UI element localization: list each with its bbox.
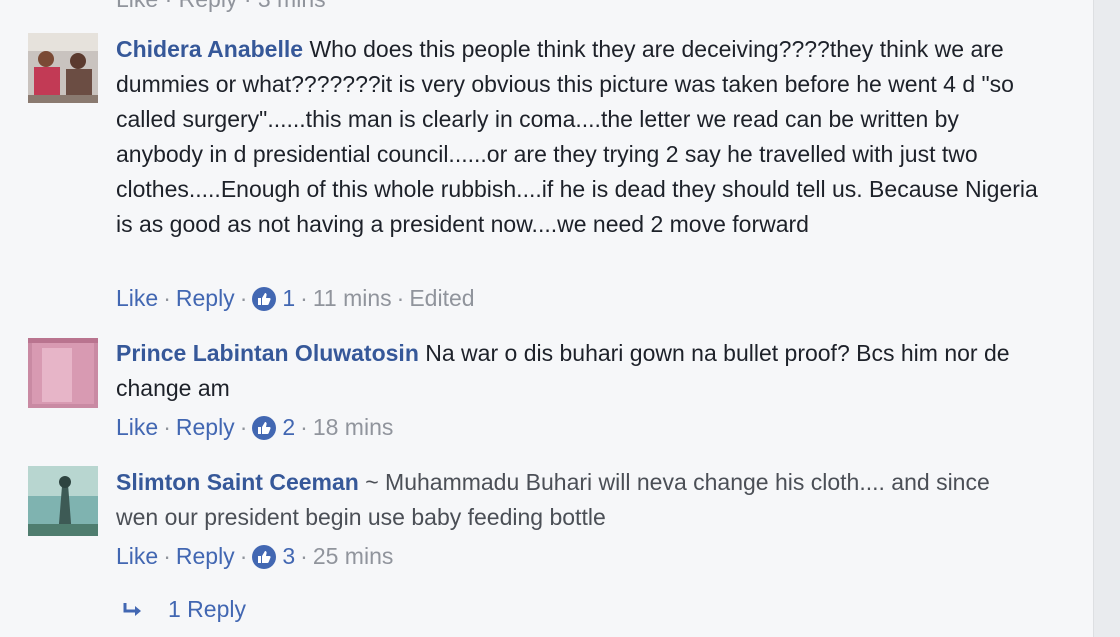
avatar[interactable]	[28, 466, 98, 536]
comment-author[interactable]: Slimton Saint Ceeman	[116, 469, 359, 495]
edited-label[interactable]: Edited	[409, 285, 474, 312]
comment-time[interactable]: 18 mins	[313, 414, 394, 441]
comment-author[interactable]: Chidera Anabelle	[116, 36, 303, 62]
comment-actions: Like · Reply · 3 · 25 mins	[116, 543, 394, 570]
reply-link[interactable]: Reply	[176, 543, 235, 570]
comment-text: Who does this people think they are dece…	[116, 36, 1038, 237]
comment-thread: Like · Reply · 3 mins Chidera Anabelle W…	[0, 0, 1094, 637]
reply-link[interactable]: Reply	[176, 285, 235, 312]
comment-author[interactable]: Prince Labintan Oluwatosin	[116, 340, 419, 366]
comment-actions: Like · Reply · 2 · 18 mins	[116, 414, 394, 441]
scrollbar[interactable]	[1093, 0, 1120, 637]
comment-time[interactable]: 11 mins	[313, 285, 392, 312]
comment-actions: Like · Reply · 1 · 11 mins · Edited	[116, 285, 475, 312]
view-replies-link[interactable]: 1 Reply	[122, 596, 246, 623]
like-icon	[252, 544, 277, 569]
reply-link[interactable]: Reply	[176, 414, 235, 441]
reply-arrow-icon	[123, 602, 141, 616]
avatar[interactable]	[28, 338, 98, 408]
like-link[interactable]: Like	[116, 414, 158, 441]
previous-comment-actions: Like · Reply · 3 mins	[116, 0, 326, 13]
avatar[interactable]	[28, 33, 98, 103]
replies-count-label[interactable]: 1 Reply	[168, 596, 246, 623]
like-count[interactable]: 2	[282, 414, 295, 441]
comment-body: Prince Labintan Oluwatosin Na war o dis …	[116, 336, 1021, 406]
comment-time[interactable]: 25 mins	[313, 543, 394, 570]
like-icon	[252, 415, 277, 440]
comment-body: Slimton Saint Ceeman ~ Muhammadu Buhari …	[116, 465, 1021, 535]
like-link[interactable]: Like	[116, 543, 158, 570]
comment-body: Chidera Anabelle Who does this people th…	[116, 32, 1051, 242]
like-count[interactable]: 3	[282, 543, 295, 570]
like-count[interactable]: 1	[282, 285, 295, 312]
like-icon	[252, 286, 277, 311]
like-link[interactable]: Like	[116, 285, 158, 312]
